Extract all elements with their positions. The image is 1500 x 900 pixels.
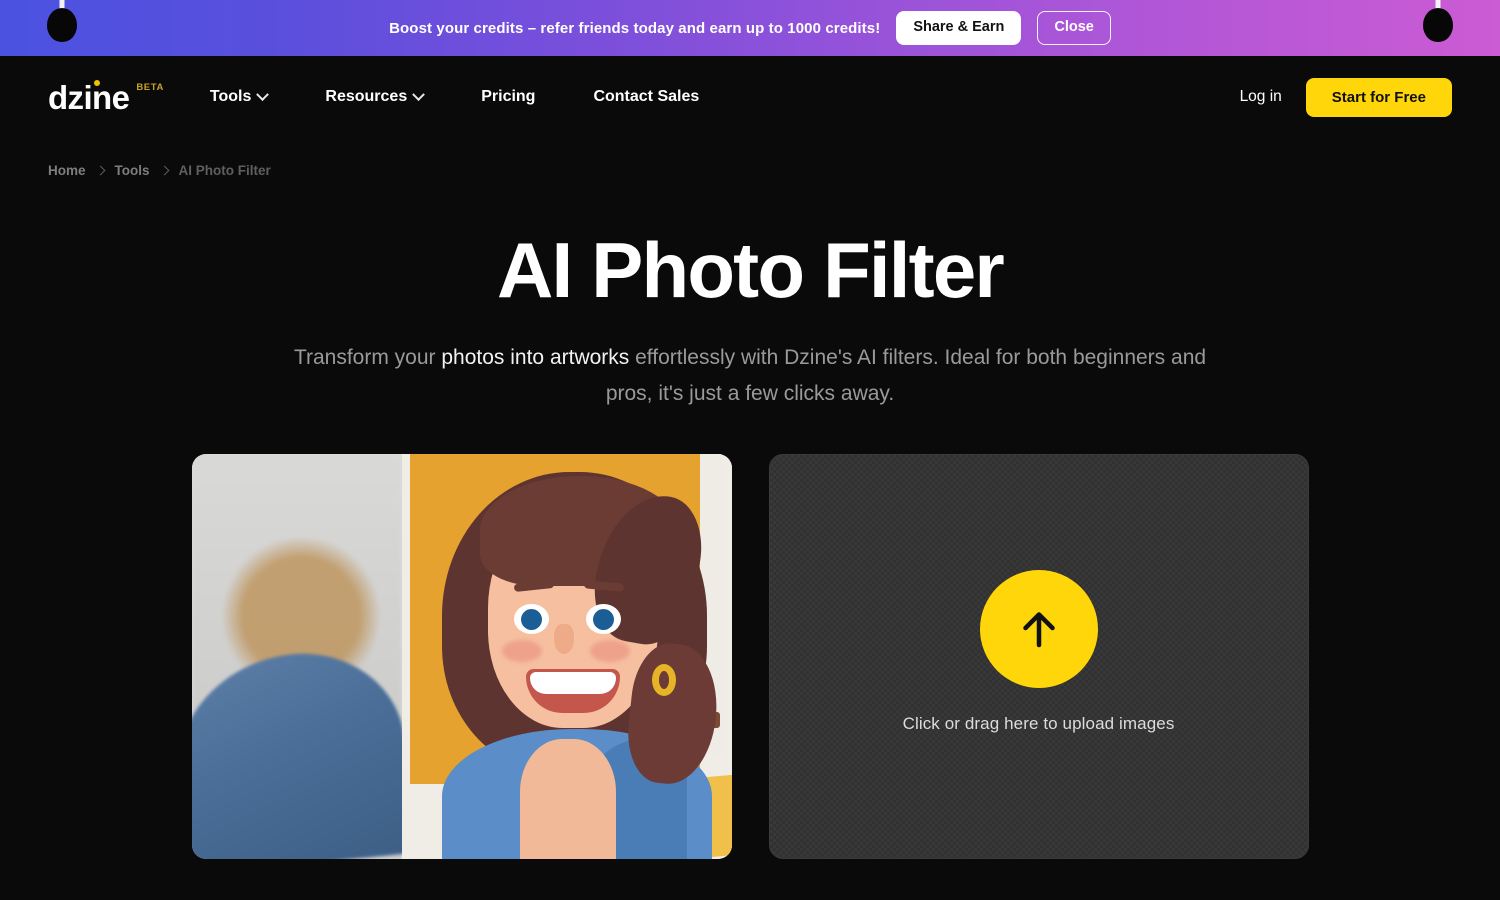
site-header: dzine BETA Tools Resources Pricing Conta…: [0, 56, 1500, 138]
hero-subtitle-part1: Transform your: [293, 345, 442, 369]
upload-button[interactable]: [979, 569, 1098, 688]
chevron-right-icon: [95, 165, 105, 175]
balloon-string: [59, 0, 65, 32]
hero-subtitle-part2: effortlessly with Dzine's AI filters. Id…: [605, 345, 1207, 405]
hero-section: AI Photo Filter Transform your photos in…: [0, 190, 1500, 412]
main-navigation: Tools Resources Pricing Contact Sales: [210, 78, 1240, 116]
chevron-down-icon: [412, 87, 426, 101]
promo-banner: Boost your credits – refer friends today…: [0, 0, 1500, 56]
nav-item-label: Contact Sales: [593, 88, 700, 105]
nav-item-label: Tools: [209, 88, 252, 105]
illustration-pupil: [520, 609, 542, 631]
nav-item-label: Pricing: [481, 88, 536, 105]
breadcrumb-item-tools[interactable]: Tools: [115, 163, 150, 178]
balloon-decoration-left: [44, 0, 80, 48]
before-after-preview: [191, 454, 732, 860]
nav-item-label: Resources: [325, 88, 408, 105]
preview-original-photo: [191, 454, 402, 860]
illustration-teeth: [529, 672, 616, 695]
chevron-down-icon: [256, 87, 270, 101]
illustration-neck: [519, 739, 616, 860]
nav-item-contact-sales[interactable]: Contact Sales: [593, 78, 699, 116]
logo-dot-icon: [94, 79, 100, 86]
logo[interactable]: dzine BETA: [48, 78, 164, 116]
illustration-cheek: [589, 640, 630, 663]
close-banner-button[interactable]: Close: [1037, 11, 1111, 45]
balloon-bulb: [47, 8, 77, 42]
nav-item-pricing[interactable]: Pricing: [481, 78, 535, 116]
preview-filtered-artwork: [401, 454, 732, 860]
header-actions: Log in Start for Free: [1240, 77, 1452, 117]
nav-item-tools[interactable]: Tools: [209, 78, 270, 116]
illustration-earring: [651, 664, 676, 697]
nav-item-resources[interactable]: Resources: [325, 78, 426, 116]
logo-wordmark: dzine: [48, 78, 130, 116]
upload-dropzone-label: Click or drag here to upload images: [902, 714, 1175, 734]
promo-message: Boost your credits – refer friends today…: [389, 19, 881, 37]
balloon-bulb: [1423, 8, 1453, 42]
breadcrumb: Home Tools AI Photo Filter: [0, 150, 1500, 190]
login-link[interactable]: Log in: [1240, 88, 1282, 106]
balloon-string: [1435, 0, 1441, 32]
logo-beta-badge: BETA: [136, 81, 164, 93]
hero-subtitle-highlight: photos into artworks: [441, 345, 630, 369]
illustration-cheek: [501, 640, 542, 663]
illustration-pupil: [592, 609, 614, 631]
upload-arrow-icon: [1022, 611, 1055, 647]
breadcrumb-item-home[interactable]: Home: [48, 163, 86, 178]
hero-subtitle: Transform your photos into artworks effo…: [250, 340, 1250, 412]
start-for-free-button[interactable]: Start for Free: [1305, 77, 1452, 117]
balloon-decoration-right: [1420, 0, 1456, 48]
upload-dropzone[interactable]: Click or drag here to upload images: [768, 454, 1309, 860]
chevron-right-icon: [159, 165, 169, 175]
workspace: Click or drag here to upload images: [0, 454, 1500, 860]
share-and-earn-button[interactable]: Share & Earn: [896, 11, 1022, 45]
page-title: AI Photo Filter: [497, 226, 1005, 314]
breadcrumb-item-current: AI Photo Filter: [178, 162, 271, 178]
illustration-nose: [553, 624, 574, 655]
